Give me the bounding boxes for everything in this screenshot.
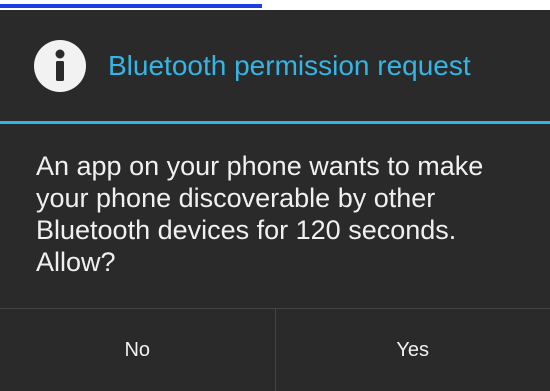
bluetooth-permission-dialog: Bluetooth permission request An app on y… <box>0 10 550 391</box>
dialog-title: Bluetooth permission request <box>108 50 471 81</box>
info-icon <box>34 40 86 92</box>
title-divider <box>0 121 550 124</box>
no-button[interactable]: No <box>0 309 275 391</box>
dialog-header: Bluetooth permission request <box>0 10 550 122</box>
dialog-message: An app on your phone wants to make your … <box>36 151 484 277</box>
top-link-underline <box>0 0 550 10</box>
yes-button[interactable]: Yes <box>276 309 550 391</box>
link-underline-bar <box>0 4 262 8</box>
dialog-button-bar: No Yes <box>0 308 550 391</box>
